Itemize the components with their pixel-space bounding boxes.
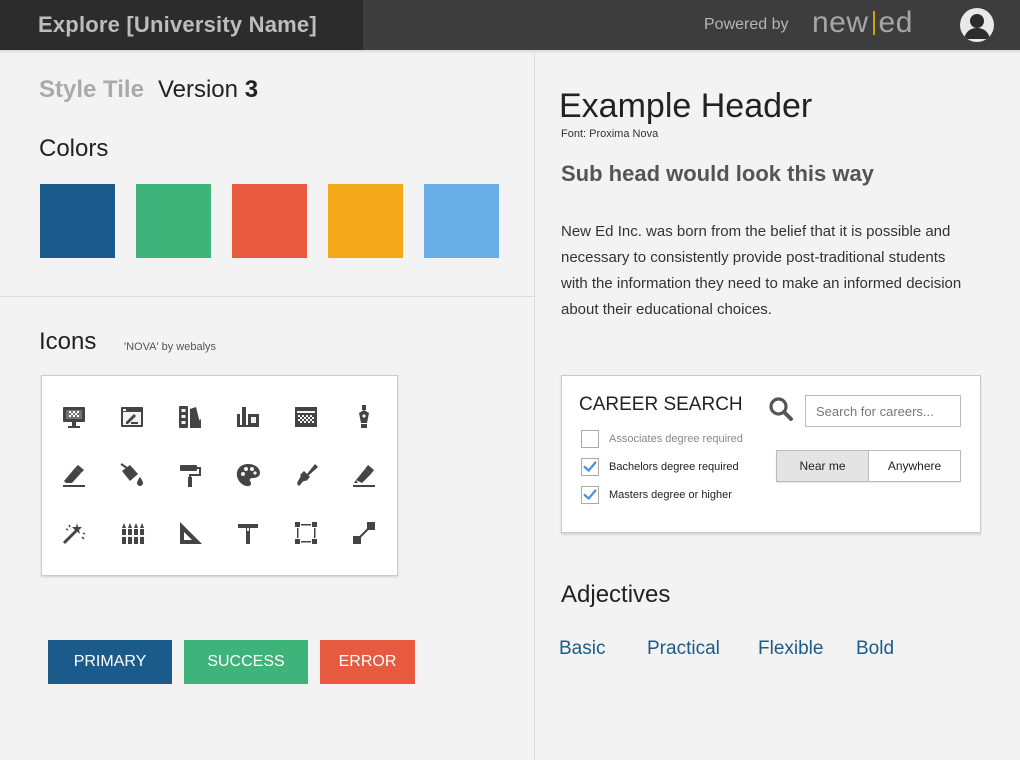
swatch-blue bbox=[40, 184, 115, 258]
near-me-button[interactable]: Near me bbox=[777, 451, 869, 481]
option-bachelors[interactable]: Bachelors degree required bbox=[581, 458, 739, 476]
eraser-icon bbox=[60, 461, 88, 489]
powered-by-label: Powered by bbox=[704, 16, 789, 33]
primary-button[interactable]: PRIMARY bbox=[48, 640, 172, 684]
swatch-light-blue bbox=[424, 184, 499, 258]
style-tile-label: Style Tile bbox=[39, 76, 144, 103]
option-label: Masters degree or higher bbox=[609, 489, 732, 501]
swatch-red bbox=[232, 184, 307, 258]
error-button[interactable]: ERROR bbox=[320, 640, 415, 684]
checkbox-unchecked[interactable] bbox=[581, 430, 599, 448]
checkbox-checked[interactable] bbox=[581, 458, 599, 476]
palette-icon bbox=[234, 461, 262, 489]
browser-edit-icon bbox=[118, 403, 146, 431]
option-label: Associates degree required bbox=[609, 433, 743, 445]
font-note: Font: Proxima Nova bbox=[561, 128, 659, 140]
adjective-flexible: Flexible bbox=[758, 638, 824, 659]
horizontal-divider bbox=[0, 296, 534, 297]
user-avatar-icon[interactable] bbox=[960, 8, 994, 42]
magic-wand-icon bbox=[60, 519, 88, 547]
adjective-bold: Bold bbox=[856, 638, 895, 659]
career-search-title: CAREER SEARCH bbox=[579, 394, 743, 415]
icons-heading: Icons bbox=[39, 328, 97, 355]
tools-box-icon bbox=[234, 403, 262, 431]
version-number: 3 bbox=[244, 76, 259, 103]
swatch-green bbox=[136, 184, 211, 258]
adjective-basic: Basic bbox=[559, 638, 606, 659]
option-associates[interactable]: Associates degree required bbox=[581, 430, 743, 448]
pen-nib-icon bbox=[350, 403, 378, 431]
career-search-input[interactable] bbox=[805, 395, 961, 427]
subhead: Sub head would look this way bbox=[561, 161, 874, 186]
style-tile-title: Style Tile Version 3 bbox=[39, 76, 258, 104]
header-shadow bbox=[0, 50, 1020, 54]
hammer-icon bbox=[234, 519, 262, 547]
swatch-palette-icon bbox=[176, 403, 204, 431]
option-label: Bachelors degree required bbox=[609, 461, 739, 473]
paint-brush-icon bbox=[292, 461, 320, 489]
monitor-icon bbox=[60, 403, 88, 431]
checkbox-checked[interactable] bbox=[581, 486, 599, 504]
newed-logo: new ed bbox=[812, 6, 913, 40]
anywhere-button[interactable]: Anywhere bbox=[869, 451, 960, 481]
example-header: Example Header bbox=[559, 87, 813, 125]
location-toggle: Near me Anywhere bbox=[776, 450, 961, 482]
colors-heading: Colors bbox=[39, 135, 109, 162]
adjectives-heading: Adjectives bbox=[561, 581, 671, 608]
select-frame-icon bbox=[292, 519, 320, 547]
calendar-grid-icon bbox=[292, 403, 320, 431]
brand-box: Explore [University Name] bbox=[0, 0, 363, 50]
vertical-divider bbox=[534, 50, 535, 760]
option-masters[interactable]: Masters degree or higher bbox=[581, 486, 732, 504]
icon-grid bbox=[41, 375, 398, 576]
color-swatches bbox=[40, 184, 499, 258]
adjective-practical: Practical bbox=[647, 638, 720, 659]
career-search-card: CAREER SEARCH Associates degree required… bbox=[561, 375, 981, 533]
body-paragraph: New Ed Inc. was born from the belief tha… bbox=[561, 223, 962, 318]
search-icon[interactable] bbox=[768, 396, 794, 422]
logo-left-text: new bbox=[812, 6, 869, 39]
icons-credit: 'NOVA' by webalys bbox=[124, 341, 217, 353]
logo-right-text: ed bbox=[878, 6, 913, 39]
swatch-orange bbox=[328, 184, 403, 258]
set-square-icon bbox=[176, 519, 204, 547]
version-text: Version bbox=[157, 76, 239, 103]
paint-roller-icon bbox=[176, 461, 204, 489]
brand-title[interactable]: Explore [University Name] bbox=[38, 12, 317, 38]
highlighter-icon bbox=[350, 461, 378, 489]
version-label: Version 3 bbox=[158, 76, 258, 103]
paint-bucket-icon bbox=[118, 461, 146, 489]
success-button[interactable]: SUCCESS bbox=[184, 640, 308, 684]
top-bar: Explore [University Name] Powered by new… bbox=[0, 0, 1020, 50]
crayons-icon bbox=[118, 519, 146, 547]
logo-bar bbox=[872, 11, 875, 35]
resize-handles-icon bbox=[350, 519, 378, 547]
